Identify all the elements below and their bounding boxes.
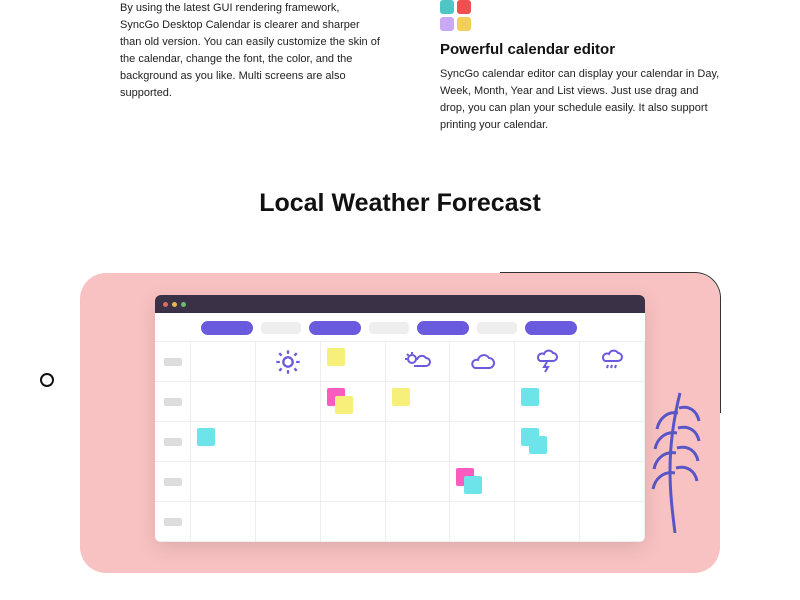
calendar-grid [155,341,645,542]
section-title: Local Weather Forecast [0,189,800,218]
feature-right-title: Powerful calendar editor [440,41,720,58]
weather-illustration [80,273,720,573]
cloud-icon [467,352,497,372]
rain-icon [598,348,626,376]
storm-icon [533,348,561,376]
leaf-icon [645,383,705,533]
minimize-dot-icon [172,302,177,307]
sun-cloud-icon [402,350,432,374]
calendar-tabs [155,313,645,341]
calendar-window [155,295,645,542]
editor-squares-icon [440,0,720,31]
feature-left-body: By using the latest GUI rendering framew… [120,0,380,102]
window-titlebar [155,295,645,313]
sun-icon [274,348,302,376]
feature-right-body: SyncGo calendar editor can display your … [440,66,720,134]
decor-circle-icon [40,373,54,387]
close-dot-icon [163,302,168,307]
maximize-dot-icon [181,302,186,307]
